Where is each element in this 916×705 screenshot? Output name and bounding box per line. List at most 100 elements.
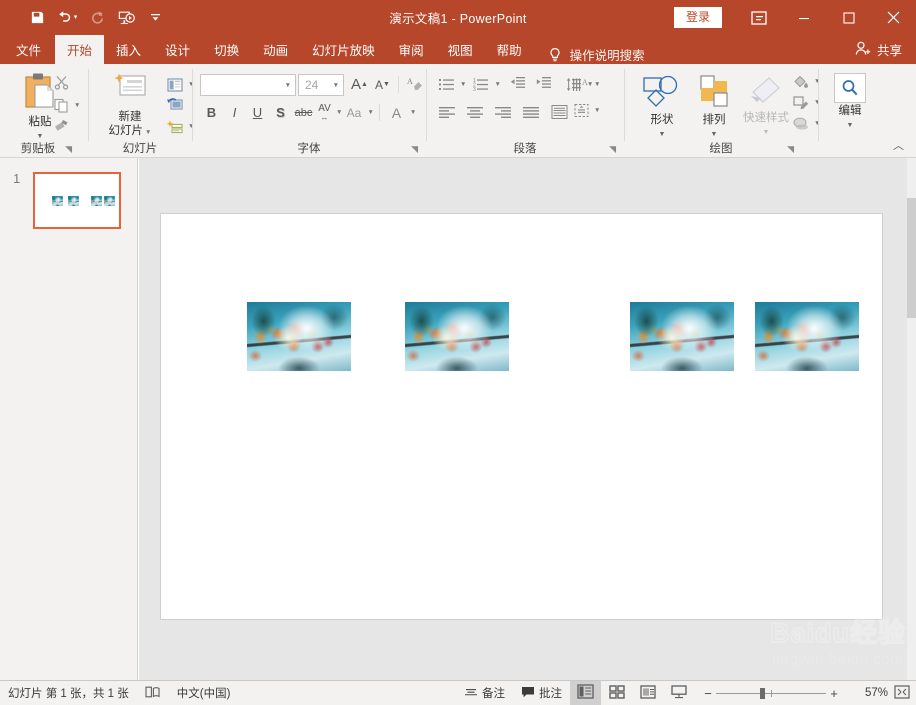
- language-status[interactable]: 中文(中国): [169, 681, 239, 705]
- sign-in-button[interactable]: 登录: [673, 7, 722, 28]
- clipboard-dialog-launcher[interactable]: ◥: [65, 144, 72, 155]
- new-slide-dropdown-caret-icon[interactable]: ▼: [145, 129, 151, 136]
- flower-photo-4[interactable]: [755, 302, 859, 371]
- reading-view-button[interactable]: [632, 681, 663, 705]
- decrease-indent-button[interactable]: [507, 74, 529, 95]
- bold-button[interactable]: B: [200, 102, 223, 123]
- align-text-button[interactable]: ▼: [570, 100, 600, 121]
- zoom-slider[interactable]: − +: [700, 686, 842, 701]
- bullets-button[interactable]: ▼: [436, 74, 466, 95]
- tab-view[interactable]: 视图: [436, 35, 485, 64]
- zoom-handle[interactable]: [760, 687, 765, 699]
- clear-formatting-button[interactable]: A: [403, 74, 426, 95]
- flower-photo-3[interactable]: [630, 302, 734, 371]
- reset-slide-button[interactable]: [164, 95, 186, 116]
- zoom-in-button[interactable]: +: [826, 686, 842, 701]
- text-shadow-button[interactable]: S: [269, 102, 292, 123]
- customize-quick-access-toolbar-icon[interactable]: [142, 5, 168, 31]
- section-button[interactable]: ▼: [164, 116, 194, 137]
- font-name-input[interactable]: ▼: [200, 74, 296, 96]
- undo-icon[interactable]: ▾: [52, 5, 82, 31]
- tab-design[interactable]: 设计: [153, 35, 202, 64]
- numbering-caret-icon[interactable]: ▼: [494, 81, 500, 88]
- slide-sorter-view-button[interactable]: [601, 681, 632, 705]
- drawing-dialog-launcher[interactable]: ◥: [787, 144, 794, 155]
- align-center-button[interactable]: [464, 104, 486, 125]
- tab-review[interactable]: 审阅: [387, 35, 436, 64]
- change-case-button[interactable]: Aa ▼: [342, 102, 374, 123]
- new-slide-button[interactable]: 新建 幻灯片 ▼: [102, 72, 158, 140]
- slide-thumbnail-1[interactable]: [33, 172, 121, 229]
- tab-insert[interactable]: 插入: [104, 35, 153, 64]
- slideshow-icon[interactable]: [112, 5, 142, 31]
- tab-file[interactable]: 文件: [0, 35, 55, 64]
- shape-outline-button[interactable]: ▼: [790, 92, 820, 113]
- shape-effects-button[interactable]: ▼: [790, 113, 820, 134]
- increase-font-size-button[interactable]: A ▲: [348, 74, 371, 95]
- align-left-button[interactable]: [436, 104, 458, 125]
- align-right-button[interactable]: [492, 104, 514, 125]
- zoom-percentage[interactable]: 57%: [848, 687, 888, 699]
- bullets-caret-icon[interactable]: ▼: [460, 81, 466, 88]
- text-direction-button[interactable]: A ▼: [570, 74, 600, 95]
- quick-styles-button[interactable]: 快速样式 ▼: [738, 74, 794, 139]
- flower-photo-2[interactable]: [405, 302, 509, 371]
- font-dialog-launcher[interactable]: ◥: [411, 144, 418, 155]
- fit-slide-to-window-button[interactable]: [888, 681, 916, 705]
- normal-view-button[interactable]: [570, 680, 601, 705]
- font-size-caret-icon[interactable]: ▼: [333, 82, 339, 89]
- flower-photo-1[interactable]: [247, 302, 351, 371]
- copy-dropdown-caret-icon[interactable]: ▼: [74, 102, 80, 109]
- collapse-ribbon-chevron-icon[interactable]: ︿: [893, 137, 904, 153]
- arrange-button[interactable]: 排列 ▼: [688, 74, 740, 141]
- slideshow-view-button[interactable]: [663, 681, 694, 705]
- copy-button[interactable]: ▼: [50, 95, 80, 116]
- underline-button[interactable]: U: [246, 102, 269, 123]
- comments-button[interactable]: 批注: [513, 681, 570, 705]
- zoom-out-button[interactable]: −: [700, 686, 716, 701]
- close-icon[interactable]: [871, 0, 916, 35]
- decrease-font-size-button[interactable]: A ▼: [371, 74, 394, 95]
- redo-icon[interactable]: [82, 5, 112, 31]
- editing-dropdown-caret-icon[interactable]: ▼: [847, 119, 854, 132]
- italic-button[interactable]: I: [223, 102, 246, 123]
- format-painter-button[interactable]: [50, 116, 72, 137]
- maximize-icon[interactable]: [826, 0, 871, 35]
- tab-animations[interactable]: 动画: [251, 35, 300, 64]
- numbering-button[interactable]: 123 ▼: [470, 74, 500, 95]
- justify-button[interactable]: [520, 104, 542, 125]
- font-name-caret-icon[interactable]: ▼: [285, 82, 291, 89]
- ribbon-display-options-icon[interactable]: [736, 0, 781, 35]
- save-icon[interactable]: [22, 5, 52, 31]
- slide-layout-button[interactable]: ▼: [164, 74, 194, 95]
- character-spacing-button[interactable]: AV ↔ ▼: [315, 102, 342, 123]
- increase-indent-button[interactable]: [533, 74, 555, 95]
- tab-help[interactable]: 帮助: [485, 35, 534, 64]
- font-color-caret-icon[interactable]: ▼: [410, 109, 416, 116]
- share-button[interactable]: 共享: [855, 35, 902, 64]
- change-case-caret-icon[interactable]: ▼: [367, 109, 373, 116]
- editing-button[interactable]: 编辑 ▼: [828, 73, 872, 132]
- shape-fill-button[interactable]: ▼: [790, 71, 820, 92]
- notes-button[interactable]: 备注: [456, 681, 513, 705]
- strikethrough-button[interactable]: abc: [292, 102, 315, 123]
- text-direction-caret-icon[interactable]: ▼: [594, 81, 600, 88]
- paragraph-dialog-launcher[interactable]: ◥: [609, 144, 616, 155]
- scrollbar-thumb[interactable]: [907, 198, 916, 318]
- slide-count-status[interactable]: 幻灯片 第 1 张，共 1 张: [0, 681, 137, 705]
- accessibility-check-button[interactable]: [137, 681, 169, 705]
- tab-home[interactable]: 开始: [55, 35, 105, 64]
- cut-button[interactable]: [50, 74, 72, 95]
- font-color-button[interactable]: A ▼: [385, 102, 417, 123]
- align-text-caret-icon[interactable]: ▼: [594, 107, 600, 114]
- quick-styles-dropdown-caret-icon[interactable]: ▼: [763, 126, 770, 139]
- tell-me-box[interactable]: 操作说明搜索: [546, 45, 645, 64]
- slide-surface[interactable]: [160, 213, 883, 620]
- zoom-track[interactable]: [716, 687, 826, 699]
- shapes-button[interactable]: 形状 ▼: [636, 74, 688, 141]
- columns-button[interactable]: [548, 104, 570, 125]
- tab-slideshow[interactable]: 幻灯片放映: [300, 35, 387, 64]
- tab-transitions[interactable]: 切换: [202, 35, 251, 64]
- minimize-icon[interactable]: [781, 0, 826, 35]
- vertical-scrollbar[interactable]: [907, 158, 916, 680]
